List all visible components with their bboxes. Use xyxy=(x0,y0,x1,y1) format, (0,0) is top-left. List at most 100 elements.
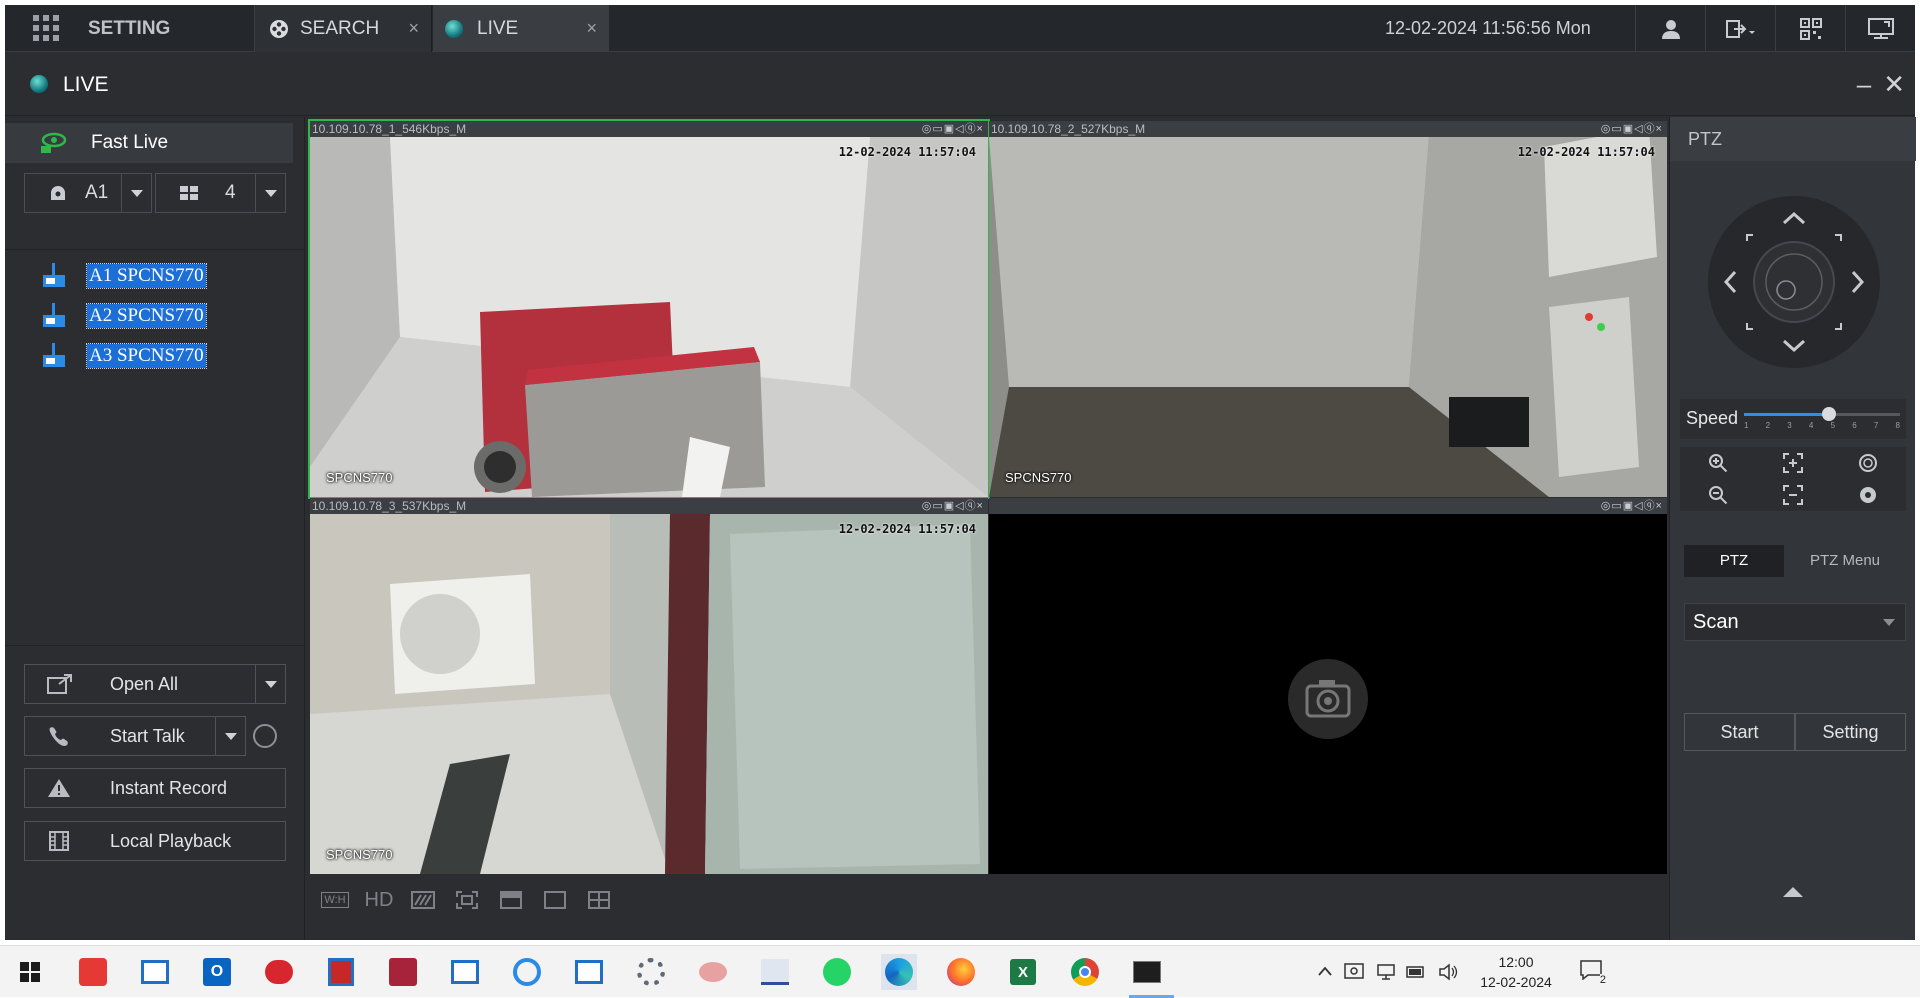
top-bar: SETTING SEARCH × LIVE × 12-02-2024 11:56… xyxy=(5,5,1915,52)
single-split-top-icon[interactable] xyxy=(496,888,526,912)
terminal-icon[interactable] xyxy=(1129,954,1165,990)
fast-live-icon xyxy=(41,132,67,153)
open-all-dropdown-chevron-icon[interactable] xyxy=(255,665,285,703)
speed-tick: 3 xyxy=(1787,421,1792,430)
open-all-button[interactable]: Open All xyxy=(24,664,286,704)
video-cell-1[interactable]: 10.109.10.78_1_546Kbps_M ◎▭▣◁ⓠ× 12-02-20… xyxy=(308,119,990,499)
tray-overflow-chevron-icon[interactable] xyxy=(1318,966,1332,976)
fullscreen-icon[interactable] xyxy=(452,888,482,912)
collapse-up-icon[interactable] xyxy=(1783,885,1803,897)
clock[interactable]: 12:00 12-02-2024 xyxy=(1466,952,1566,992)
ptz-start-button[interactable]: Start xyxy=(1684,713,1795,751)
tab-ptz[interactable]: PTZ xyxy=(1684,545,1784,577)
cell-toolbar-icons[interactable]: ◎▭▣◁ⓠ× xyxy=(1601,121,1663,137)
ptz-direction-pad[interactable] xyxy=(1707,195,1881,369)
ptz-title: PTZ xyxy=(1670,117,1916,161)
tab-setting[interactable]: SETTING xyxy=(5,5,255,52)
app-network-icon[interactable] xyxy=(695,954,731,990)
excel-icon[interactable]: X xyxy=(1005,954,1041,990)
speed-slider[interactable] xyxy=(1744,403,1904,435)
speed-tick: 1 xyxy=(1744,421,1749,430)
ptz-mode-chevron-icon xyxy=(1883,619,1895,626)
video-cell-4[interactable]: ◎▭▣◁ⓠ× xyxy=(989,498,1667,874)
outlook-icon[interactable]: O xyxy=(199,954,235,990)
focus-near-icon[interactable] xyxy=(1755,447,1830,479)
app-window2-icon[interactable] xyxy=(447,954,483,990)
app-tally-icon[interactable] xyxy=(757,954,793,990)
tab-search-close-icon[interactable]: × xyxy=(408,18,419,39)
hd-button[interactable]: HD xyxy=(364,888,394,912)
close-icon[interactable]: ✕ xyxy=(1883,69,1905,100)
iris-close-icon[interactable] xyxy=(1831,479,1906,511)
split-dropdown-chevron-icon[interactable] xyxy=(255,174,285,212)
fast-live-header[interactable]: Fast Live xyxy=(5,123,293,163)
osd-timestamp: 12-02-2024 11:57:04 xyxy=(1517,145,1655,159)
clock-time: 12:00 xyxy=(1498,954,1534,970)
ptz-mode-select[interactable]: Scan xyxy=(1684,603,1906,641)
split-selector-value: 4 xyxy=(225,182,236,203)
tab-live-label: LIVE xyxy=(477,17,519,39)
logout-icon[interactable] xyxy=(1705,5,1775,52)
quad-view-icon[interactable] xyxy=(584,888,614,912)
tray-app-icon[interactable] xyxy=(1344,963,1364,981)
qr-code-icon[interactable] xyxy=(1775,5,1845,52)
device-item-a3[interactable]: A3 SPCNS770 xyxy=(41,342,207,370)
start-talk-dropdown-chevron-icon[interactable] xyxy=(215,717,245,755)
device-item-a2[interactable]: A2 SPCNS770 xyxy=(41,302,207,330)
rotate-pattern-icon[interactable] xyxy=(408,888,438,912)
firefox-icon[interactable] xyxy=(943,954,979,990)
local-playback-button[interactable]: Local Playback xyxy=(24,821,286,861)
app-window3-icon[interactable] xyxy=(571,954,607,990)
start-talk-button[interactable]: Start Talk xyxy=(24,716,246,756)
cell-toolbar-icons[interactable]: ◎▭▣◁ⓠ× xyxy=(922,498,984,514)
zoom-out-icon[interactable] xyxy=(1680,479,1755,511)
film-strip-icon xyxy=(49,831,69,851)
network-icon[interactable] xyxy=(1376,963,1396,981)
windows-start-icon[interactable] xyxy=(12,954,48,990)
notification-center-icon[interactable]: 2 xyxy=(1580,960,1606,986)
device-item-a1[interactable]: A1 SPCNS770 xyxy=(41,262,207,290)
whatsapp-icon[interactable] xyxy=(819,954,855,990)
ptz-tabs: PTZ PTZ Menu xyxy=(1684,545,1906,577)
internet-explorer-icon[interactable] xyxy=(509,954,545,990)
focus-far-icon[interactable] xyxy=(1755,479,1830,511)
zoom-in-icon[interactable] xyxy=(1680,447,1755,479)
cell-toolbar-icons[interactable]: ◎▭▣◁ⓠ× xyxy=(922,121,984,137)
app-calendar-icon[interactable] xyxy=(385,954,421,990)
tab-ptz-menu[interactable]: PTZ Menu xyxy=(1784,545,1906,577)
instant-record-button[interactable]: Instant Record xyxy=(24,768,286,808)
minimize-icon[interactable]: – xyxy=(1857,69,1871,100)
channel-selector[interactable]: A1 xyxy=(24,173,152,213)
single-view-icon[interactable] xyxy=(540,888,570,912)
settings-gear-icon[interactable] xyxy=(633,954,669,990)
user-icon[interactable] xyxy=(1635,5,1705,52)
video-grid: 10.109.10.78_1_546Kbps_M ◎▭▣◁ⓠ× 12-02-20… xyxy=(306,117,1669,940)
hd-label: HD xyxy=(364,888,394,911)
chrome-icon[interactable] xyxy=(1067,954,1103,990)
video-cell-2[interactable]: 10.109.10.78_2_527Kbps_M ◎▭▣◁ⓠ× 12-02-20… xyxy=(989,121,1667,497)
monitor-icon[interactable] xyxy=(1845,5,1915,52)
app-red-diamond-icon[interactable] xyxy=(75,954,111,990)
ptz-setting-button[interactable]: Setting xyxy=(1795,713,1906,751)
tab-live[interactable]: LIVE × xyxy=(433,5,609,52)
video-cell-3[interactable]: 10.109.10.78_3_537Kbps_M ◎▭▣◁ⓠ× 12-02-20… xyxy=(310,498,988,874)
app-red-m-icon[interactable] xyxy=(261,954,297,990)
device-label: A3 SPCNS770 xyxy=(86,343,207,369)
split-grid-icon xyxy=(180,186,198,200)
battery-icon[interactable] xyxy=(1406,966,1426,978)
camera-dome-icon xyxy=(51,186,65,200)
split-selector[interactable]: 4 xyxy=(155,173,286,213)
empty-channel-camera-icon xyxy=(1288,659,1368,739)
search-reel-icon xyxy=(270,19,288,38)
iris-open-icon[interactable] xyxy=(1831,447,1906,479)
channel-dropdown-chevron-icon[interactable] xyxy=(121,174,151,212)
aspect-ratio-button[interactable]: W:H xyxy=(320,888,350,912)
app-notes-icon[interactable] xyxy=(323,954,359,990)
volume-icon[interactable] xyxy=(1438,963,1458,981)
dvr-app-window: SETTING SEARCH × LIVE × 12-02-2024 11:56… xyxy=(5,5,1916,940)
tab-search[interactable]: SEARCH × xyxy=(255,5,432,52)
app-window-icon[interactable] xyxy=(137,954,173,990)
cell-toolbar-icons[interactable]: ◎▭▣◁ⓠ× xyxy=(1601,498,1663,514)
tab-live-close-icon[interactable]: × xyxy=(586,18,597,39)
edge-browser-icon[interactable] xyxy=(881,954,917,990)
